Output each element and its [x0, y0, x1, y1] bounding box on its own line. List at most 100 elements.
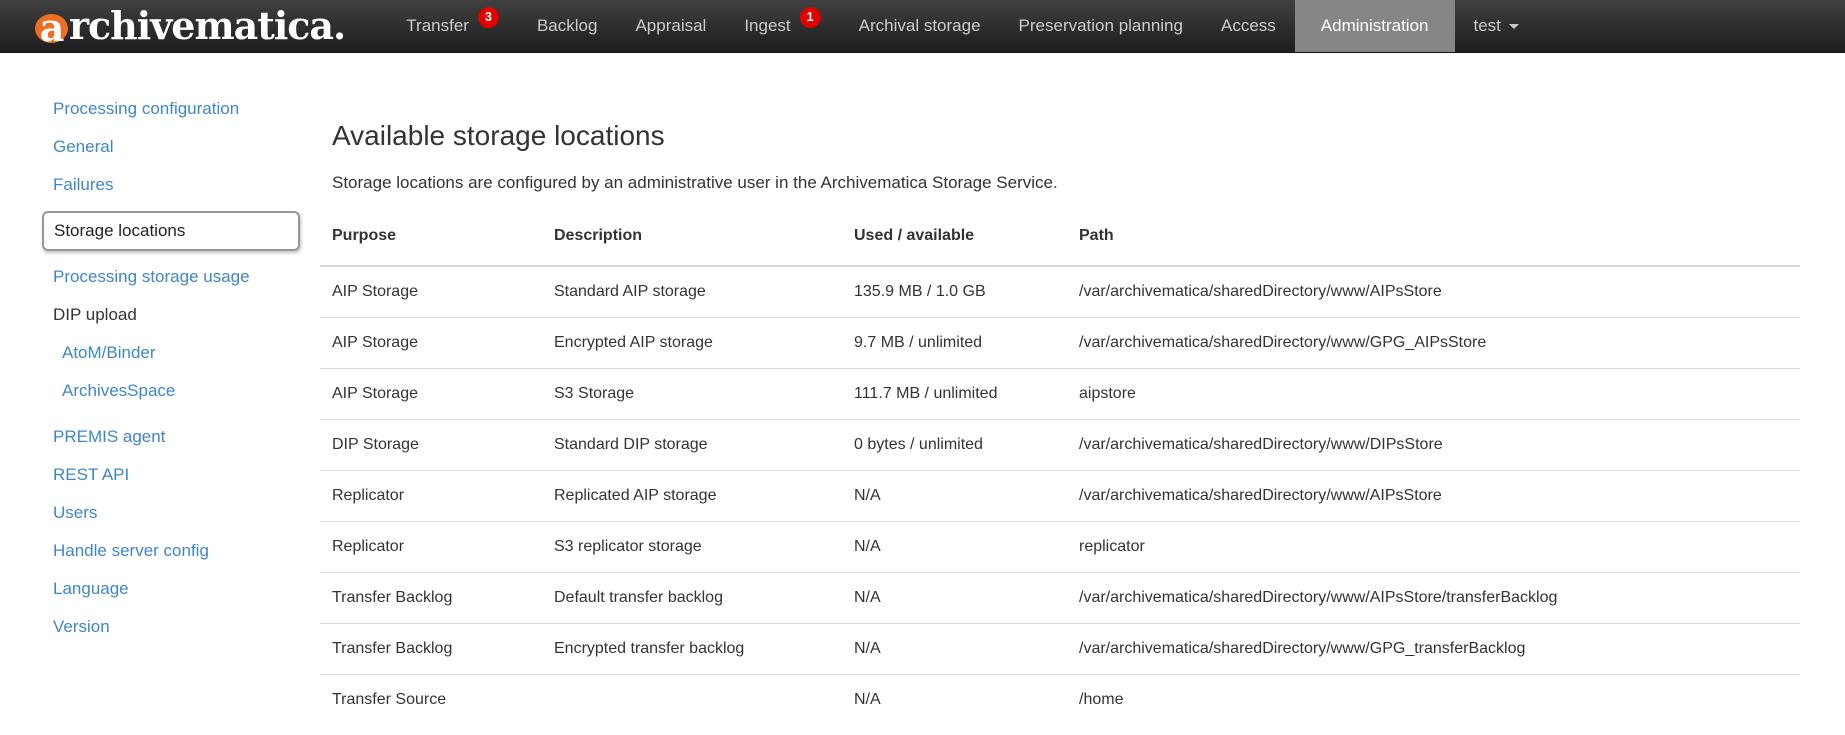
- sidebar-item-rest-api: REST API: [42, 463, 300, 487]
- column-header-description: Description: [542, 209, 842, 266]
- nav-label: Archival storage: [859, 16, 981, 36]
- nav-item-test: test: [1455, 0, 1538, 52]
- cell-used-available: N/A: [842, 572, 1067, 623]
- sidebar-link-rest-api[interactable]: REST API: [53, 465, 129, 484]
- nav-label: Appraisal: [635, 16, 706, 36]
- cell-description: Encrypted transfer backlog: [542, 623, 842, 674]
- nav-label: Transfer: [406, 16, 469, 36]
- notification-badge: 1: [800, 7, 821, 28]
- cell-purpose: DIP Storage: [320, 419, 542, 470]
- nav-link-appraisal[interactable]: Appraisal: [616, 0, 725, 52]
- cell-path: replicator: [1067, 521, 1800, 572]
- storage-location-row: Transfer SourceN/A/home: [320, 674, 1800, 725]
- sidebar-item-language: Language: [42, 577, 300, 601]
- sidebar-link-language[interactable]: Language: [53, 579, 129, 598]
- cell-used-available: 135.9 MB / 1.0 GB: [842, 266, 1067, 318]
- nav-item-backlog: Backlog: [518, 0, 616, 52]
- cell-description: [542, 674, 842, 725]
- cell-purpose: AIP Storage: [320, 317, 542, 368]
- sidebar-menu: Processing configuration General Failures S…: [42, 97, 300, 639]
- nav-item-archival-storage: Archival storage: [840, 0, 1000, 52]
- storage-location-row: ReplicatorReplicated AIP storageN/A/var/…: [320, 470, 1800, 521]
- cell-path: /var/archivematica/sharedDirectory/www/A…: [1067, 572, 1800, 623]
- sidebar-link-archivesspace[interactable]: ArchivesSpace: [62, 381, 175, 400]
- cell-used-available: 0 bytes / unlimited: [842, 419, 1067, 470]
- sidebar-link-processing-configuration[interactable]: Processing configuration: [53, 99, 239, 118]
- sidebar-item-general: General: [42, 135, 300, 159]
- sidebar-item-users: Users: [42, 501, 300, 525]
- sidebar-item-processing-configuration: Processing configuration: [42, 97, 300, 121]
- sidebar-link-premis-agent[interactable]: PREMIS agent: [53, 427, 165, 446]
- storage-location-row: Transfer BacklogEncrypted transfer backl…: [320, 623, 1800, 674]
- cell-description: S3 replicator storage: [542, 521, 842, 572]
- storage-location-row: AIP StorageStandard AIP storage135.9 MB …: [320, 266, 1800, 318]
- sidebar-link-handle-server-config[interactable]: Handle server config: [53, 541, 209, 560]
- cell-description: Standard AIP storage: [542, 266, 842, 318]
- cell-purpose: AIP Storage: [320, 368, 542, 419]
- cell-purpose: Transfer Backlog: [320, 623, 542, 674]
- cell-path: /var/archivematica/sharedDirectory/www/A…: [1067, 266, 1800, 318]
- cell-path: /var/archivematica/sharedDirectory/www/A…: [1067, 470, 1800, 521]
- nav-link-backlog[interactable]: Backlog: [518, 0, 616, 52]
- cell-used-available: 9.7 MB / unlimited: [842, 317, 1067, 368]
- cell-used-available: N/A: [842, 521, 1067, 572]
- app-logo[interactable]: archivematica.: [35, 0, 345, 52]
- notification-badge: 3: [478, 7, 499, 28]
- nav-link-preservation-planning[interactable]: Preservation planning: [1000, 0, 1202, 52]
- nav-label: Backlog: [537, 16, 597, 36]
- sidebar-link-general[interactable]: General: [53, 137, 113, 156]
- cell-purpose: Replicator: [320, 470, 542, 521]
- nav-link-ingest[interactable]: Ingest 1: [725, 0, 839, 52]
- cell-used-available: 111.7 MB / unlimited: [842, 368, 1067, 419]
- table-header-row: PurposeDescriptionUsed / availablePath: [320, 209, 1800, 266]
- sidebar-link-atom-binder[interactable]: AtoM/Binder: [62, 343, 156, 362]
- sidebar-item-handle-server-config: Handle server config: [42, 539, 300, 563]
- sidebar-item-failures: Failures: [42, 173, 300, 197]
- column-header-path: Path: [1067, 209, 1800, 266]
- cell-path: /var/archivematica/sharedDirectory/www/G…: [1067, 317, 1800, 368]
- nav-link-archival-storage[interactable]: Archival storage: [840, 0, 1000, 52]
- cell-path: /var/archivematica/sharedDirectory/www/D…: [1067, 419, 1800, 470]
- cell-purpose: Replicator: [320, 521, 542, 572]
- nav-link-administration[interactable]: Administration: [1295, 0, 1455, 52]
- nav-item-preservation-planning: Preservation planning: [1000, 0, 1202, 52]
- sidebar-item-atom-binder: AtoM/Binder: [42, 341, 300, 365]
- nav-link-access[interactable]: Access: [1202, 0, 1295, 52]
- navbar-menu: Transfer 3 Backlog Appraisal Ingest 1 Archival…: [387, 0, 1538, 52]
- sidebar-item-processing-storage-usage: Processing storage usage: [42, 265, 300, 289]
- sidebar-item-archivesspace: ArchivesSpace: [42, 379, 300, 403]
- logo-a-mark: a: [35, 14, 68, 43]
- page-subtitle: Storage locations are configured by an a…: [332, 171, 1805, 195]
- sidebar-item-storage-locations[interactable]: Storage locations: [42, 211, 300, 251]
- nav-label: Administration: [1321, 16, 1429, 36]
- nav-item-transfer: Transfer 3: [387, 0, 518, 52]
- column-header-used-available: Used / available: [842, 209, 1067, 266]
- sidebar-link-failures[interactable]: Failures: [53, 175, 113, 194]
- sidebar-item-premis-agent: PREMIS agent: [42, 425, 300, 449]
- column-header-purpose: Purpose: [320, 209, 542, 266]
- sidebar-item-dip-upload: DIP upload: [42, 303, 300, 327]
- nav-item-administration: Administration: [1295, 0, 1455, 52]
- cell-description: Encrypted AIP storage: [542, 317, 842, 368]
- sidebar-link-processing-storage-usage[interactable]: Processing storage usage: [53, 267, 250, 286]
- storage-location-row: DIP StorageStandard DIP storage0 bytes /…: [320, 419, 1800, 470]
- cell-purpose: Transfer Source: [320, 674, 542, 725]
- nav-label: Ingest: [744, 16, 790, 36]
- cell-path: /var/archivematica/sharedDirectory/www/G…: [1067, 623, 1800, 674]
- nav-link-test[interactable]: test: [1455, 0, 1538, 52]
- nav-link-transfer[interactable]: Transfer 3: [387, 0, 518, 52]
- nav-label: Access: [1221, 16, 1276, 36]
- storage-locations-table: PurposeDescriptionUsed / availablePath A…: [320, 209, 1800, 725]
- caret-down-icon: [1509, 24, 1519, 29]
- nav-label: Preservation planning: [1019, 16, 1183, 36]
- storage-location-row: AIP StorageEncrypted AIP storage9.7 MB /…: [320, 317, 1800, 368]
- cell-description: Standard DIP storage: [542, 419, 842, 470]
- sidebar-link-users[interactable]: Users: [53, 503, 97, 522]
- cell-description: Default transfer backlog: [542, 572, 842, 623]
- sidebar-link-version[interactable]: Version: [53, 617, 110, 636]
- cell-used-available: N/A: [842, 470, 1067, 521]
- page-body: Processing configuration General Failures S…: [0, 53, 1845, 725]
- storage-location-row: ReplicatorS3 replicator storageN/Areplic…: [320, 521, 1800, 572]
- nav-item-appraisal: Appraisal: [616, 0, 725, 52]
- cell-path: /home: [1067, 674, 1800, 725]
